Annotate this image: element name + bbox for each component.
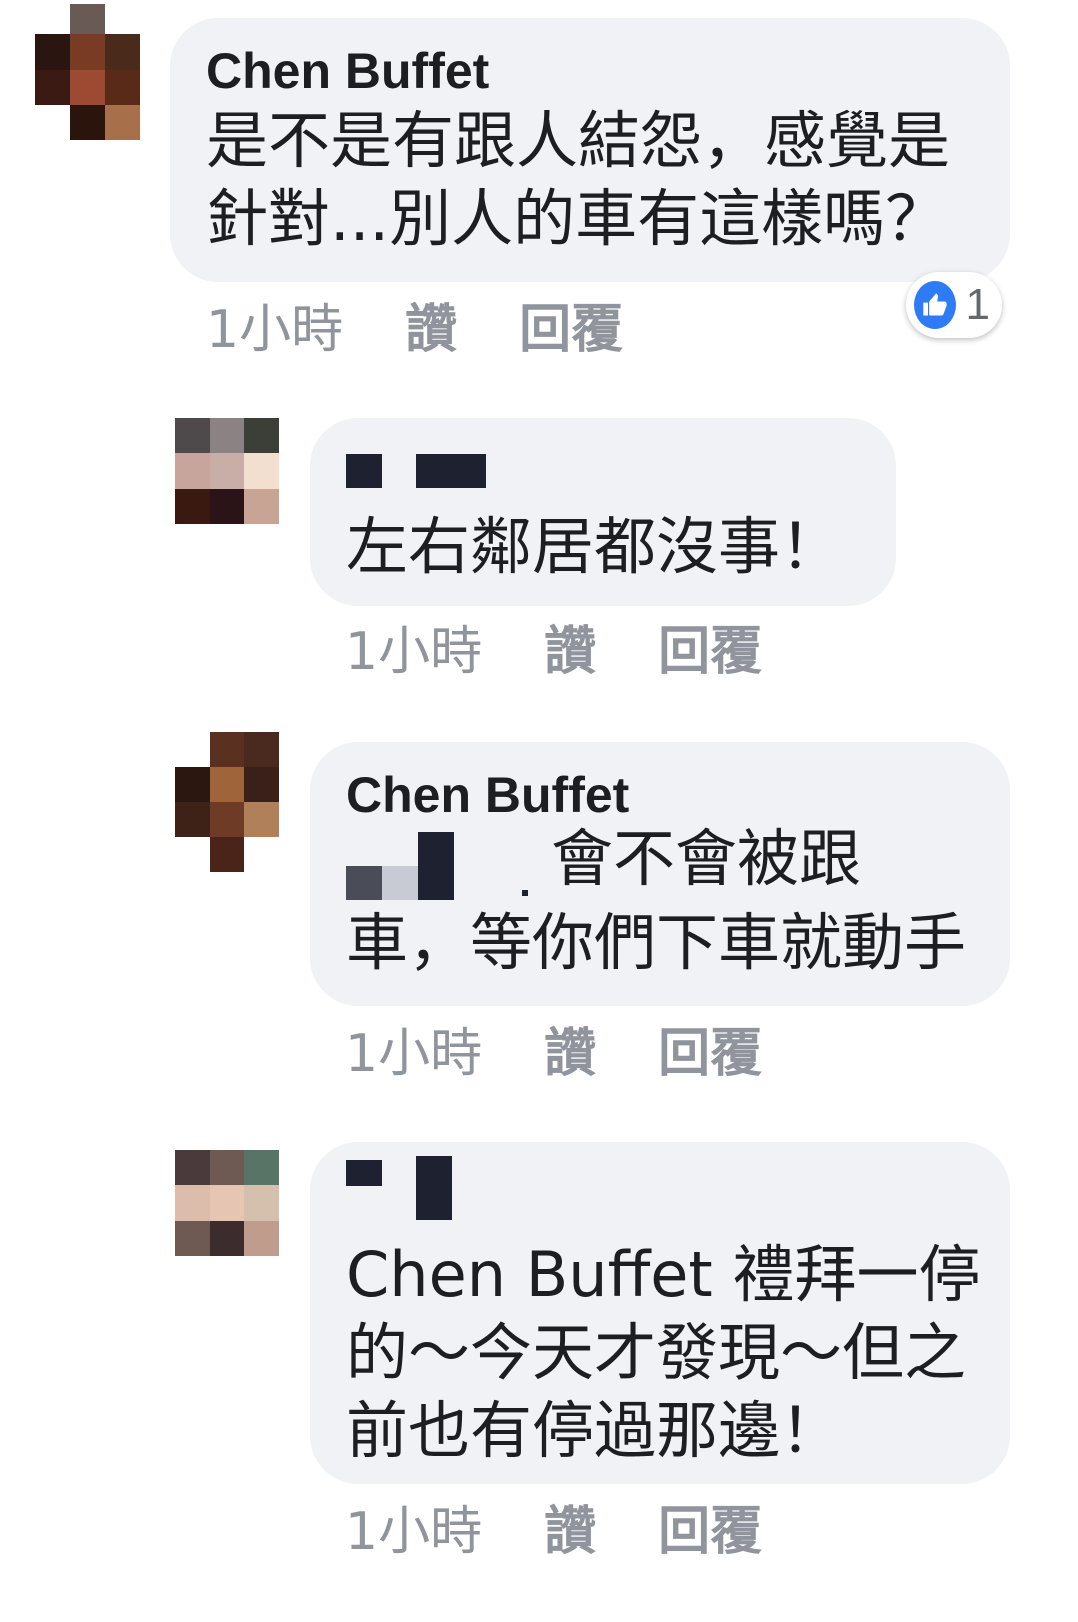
like-button[interactable]: 讚 [544,609,596,684]
comment-text-line: 車，等你們下車就動手 [346,906,967,979]
comment-text-line: 針對...別人的車有這樣嗎？ [206,182,948,255]
like-button[interactable]: 讚 [544,1489,596,1564]
author-redacted[interactable] [346,1142,1010,1234]
comment-text-line: 左右鄰居都沒事！ [346,510,843,583]
avatar[interactable] [175,1150,279,1256]
avatar[interactable] [175,418,279,524]
reply-button[interactable]: 回覆 [658,1011,762,1086]
reaction-count: 1 [965,280,990,329]
avatar[interactable] [175,732,279,872]
avatar[interactable] [35,4,140,140]
comment-author[interactable]: Chen Buffet [346,764,1010,826]
comment-bubble: Chen Buffet 禮拜一停 的～今天才發現～但之 前也有停過那邊！ [310,1142,1010,1484]
author-redacted[interactable] [346,418,896,514]
comment-actions: 1小時 讚 回覆 [206,292,623,360]
comment-text-line: Chen Buffet 禮拜一停 [346,1238,981,1311]
comment-text-line: 會不會被跟 [551,822,862,895]
like-button[interactable]: 讚 [405,287,457,362]
comment-author[interactable]: Chen Buffet [206,40,1010,102]
timestamp[interactable]: 1小時 [345,1489,482,1564]
reply-button[interactable]: 回覆 [658,1489,762,1564]
comment-actions: 1小時 讚 回覆 [345,614,762,682]
comment-text-line: 前也有停過那邊！ [346,1394,843,1467]
timestamp[interactable]: 1小時 [345,609,482,684]
comment-actions: 1小時 讚 回覆 [345,1016,762,1084]
comment-text-line: 的～今天才發現～但之 [346,1316,967,1389]
timestamp[interactable]: 1小時 [206,287,343,362]
redacted-mention [346,826,546,904]
comment-bubble: 左右鄰居都沒事！ [310,418,896,606]
reply-button[interactable]: 回覆 [519,287,623,362]
timestamp[interactable]: 1小時 [345,1011,482,1086]
thumbs-up-icon [914,281,956,329]
reply-button[interactable]: 回覆 [658,609,762,684]
comment-actions: 1小時 讚 回覆 [345,1494,762,1562]
comment-bubble: Chen Buffet 會不會被跟 車，等你們下車就動手 [310,742,1010,1006]
reaction-badge[interactable]: 1 [906,272,1002,338]
like-button[interactable]: 讚 [544,1011,596,1086]
comment-bubble: Chen Buffet 是不是有跟人結怨，感覺是 針對...別人的車有這樣嗎？ [170,18,1010,282]
comment-text-line: 是不是有跟人結怨，感覺是 [206,104,951,177]
